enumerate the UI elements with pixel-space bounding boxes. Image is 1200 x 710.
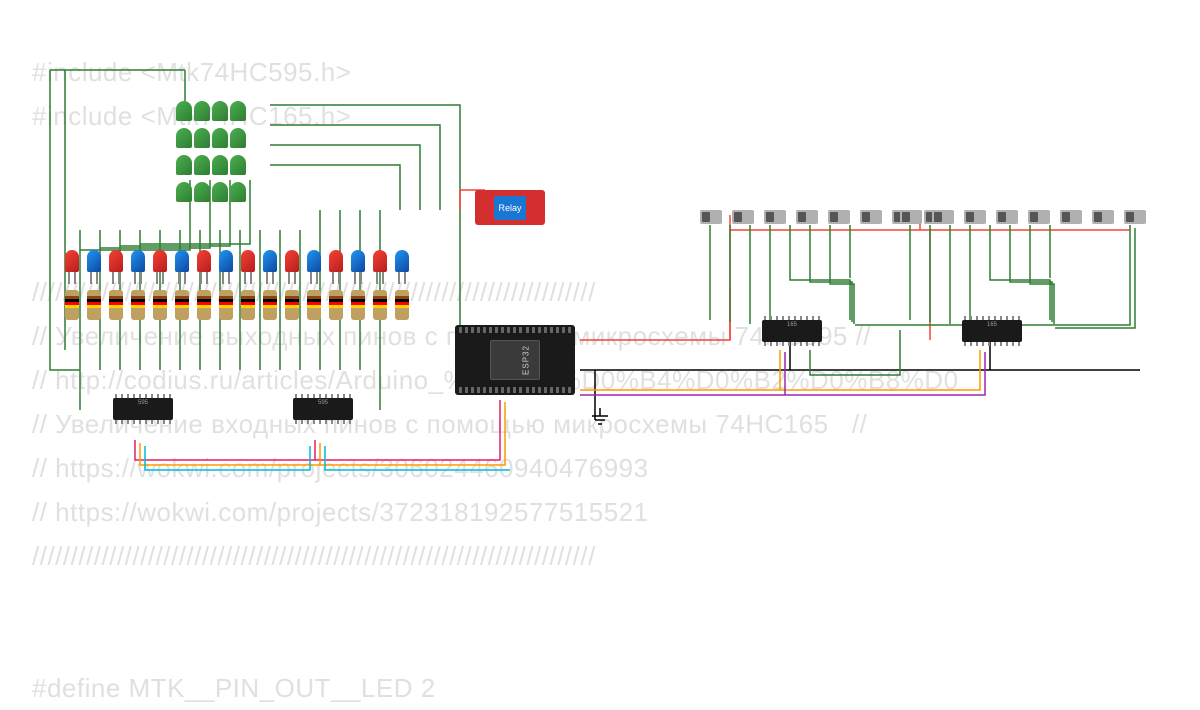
indicator-led-blue (263, 250, 277, 272)
resistor (219, 290, 233, 320)
grid-led (212, 128, 228, 148)
grid-led (212, 155, 228, 175)
slide-switch (996, 210, 1018, 224)
slide-switch (900, 210, 922, 224)
grid-led (230, 155, 246, 175)
slide-switch (1028, 210, 1050, 224)
relay-module: Relay (475, 190, 545, 225)
grid-led (230, 182, 246, 202)
indicator-led-blue (351, 250, 365, 272)
resistor (263, 290, 277, 320)
slide-switch (860, 210, 882, 224)
resistor (373, 290, 387, 320)
resistor (131, 290, 145, 320)
resistor (307, 290, 321, 320)
indicator-led-blue (175, 250, 189, 272)
grid-led (176, 128, 192, 148)
resistor (175, 290, 189, 320)
ic-74hc595-1: 595 (113, 398, 173, 420)
slide-switch (964, 210, 986, 224)
slide-switch (700, 210, 722, 224)
ground-symbol (590, 408, 610, 433)
led-row-16 (65, 250, 409, 272)
indicator-led-red (241, 250, 255, 272)
indicator-led-red (153, 250, 167, 272)
indicator-led-blue (219, 250, 233, 272)
grid-led (176, 155, 192, 175)
resistor-row (65, 290, 409, 320)
grid-led (194, 155, 210, 175)
grid-led (194, 128, 210, 148)
grid-led (212, 182, 228, 202)
esp32-devkit: ESP32 (455, 325, 575, 395)
slide-switch (1060, 210, 1082, 224)
resistor (329, 290, 343, 320)
indicator-led-blue (307, 250, 321, 272)
switch-row-right (900, 210, 1146, 224)
indicator-led-blue (87, 250, 101, 272)
grid-led (230, 101, 246, 121)
ic-74hc165-2: 165 (962, 320, 1022, 342)
resistor (197, 290, 211, 320)
indicator-led-red (109, 250, 123, 272)
grid-led (194, 182, 210, 202)
resistor (241, 290, 255, 320)
indicator-led-red (373, 250, 387, 272)
relay-label: Relay (494, 196, 526, 220)
ic-74hc165-1: 165 (762, 320, 822, 342)
indicator-led-red (65, 250, 79, 272)
slide-switch (1124, 210, 1146, 224)
resistor (395, 290, 409, 320)
grid-led (194, 101, 210, 121)
grid-led (212, 101, 228, 121)
grid-led (176, 101, 192, 121)
slide-switch (1092, 210, 1114, 224)
resistor (109, 290, 123, 320)
led-grid-4x4 (175, 100, 247, 208)
indicator-led-blue (395, 250, 409, 272)
resistor (351, 290, 365, 320)
slide-switch (796, 210, 818, 224)
slide-switch (932, 210, 954, 224)
indicator-led-red (329, 250, 343, 272)
resistor (87, 290, 101, 320)
slide-switch (732, 210, 754, 224)
esp32-label: ESP32 (522, 345, 531, 375)
grid-led (176, 182, 192, 202)
ic-74hc595-2: 595 (293, 398, 353, 420)
resistor (153, 290, 167, 320)
indicator-led-red (285, 250, 299, 272)
slide-switch (764, 210, 786, 224)
indicator-led-red (197, 250, 211, 272)
resistor (65, 290, 79, 320)
grid-led (230, 128, 246, 148)
resistor (285, 290, 299, 320)
indicator-led-blue (131, 250, 145, 272)
slide-switch (828, 210, 850, 224)
